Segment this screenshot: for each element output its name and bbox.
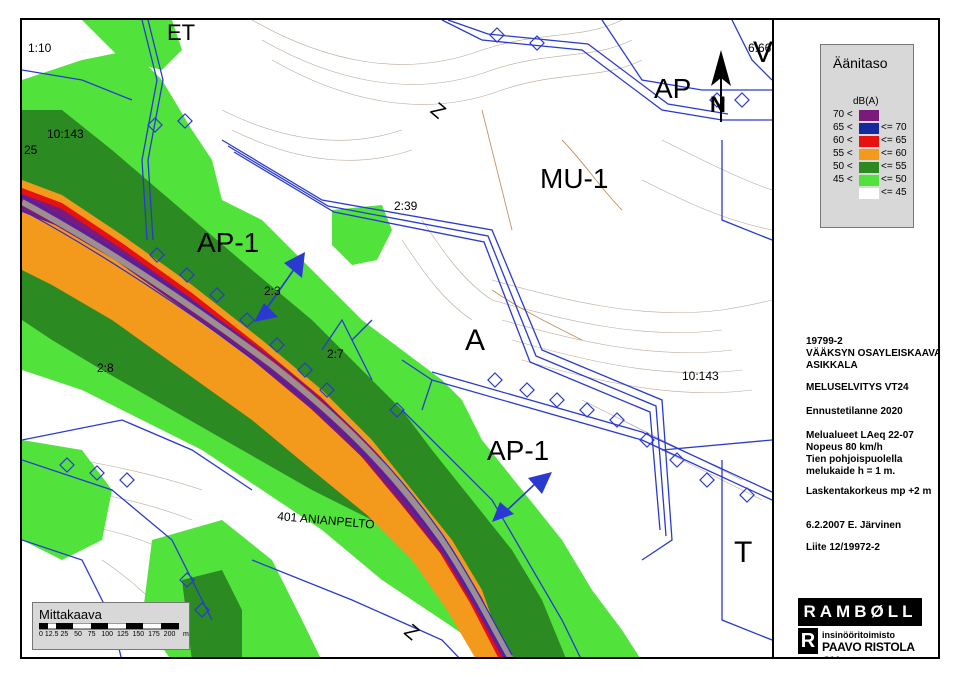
legend-row: 50 < <= 55 bbox=[833, 161, 907, 173]
legend-unit: dB(A) bbox=[853, 96, 879, 107]
date-author: 6.2.2007 E. Järvinen bbox=[806, 520, 902, 531]
appendix: Liite 12/19972-2 bbox=[806, 542, 880, 553]
legend-row: 55 < <= 60 bbox=[833, 148, 907, 160]
scale-ticks: 0 12.5 25 50 75 100 125 150 175 200 bbox=[39, 631, 176, 638]
info-line-4: melukaide h = 1 m. bbox=[806, 466, 896, 477]
scale-box: Mittakaava 0 12.5 25 50 75 100 125 150 1… bbox=[32, 602, 190, 650]
north-letter: N bbox=[710, 92, 726, 117]
info-line-3: Tien pohjoispuolella bbox=[806, 454, 903, 465]
project-name: VÄÄKSYN OSAYLEISKAAVA bbox=[806, 348, 940, 359]
legend-title: Äänitaso bbox=[833, 55, 888, 71]
label-2-8: 2:8 bbox=[97, 361, 114, 375]
project-number: 19799-2 bbox=[806, 336, 843, 347]
label-10-143-b: 10:143 bbox=[682, 369, 719, 383]
label-ap: AP bbox=[654, 73, 691, 104]
logo-sub2: PAAVO RISTOLA OY bbox=[822, 640, 915, 657]
noise-map: AP-1 AP-1 MU-1 AP A T ET V Z Z N 401 ANI… bbox=[22, 20, 772, 657]
logo-name: RAMBØLL bbox=[798, 598, 922, 626]
legend-row: <= 45 bbox=[821, 187, 915, 200]
map-sheet: AP-1 AP-1 MU-1 AP A T ET V Z Z N 401 ANI… bbox=[20, 18, 940, 659]
label-t: T bbox=[734, 536, 752, 569]
label-6-66: 6:66 bbox=[748, 41, 772, 55]
legend: Äänitaso dB(A) 70 < 65 < <= 70 60 < <= 65 … bbox=[820, 44, 914, 228]
legend-row: 45 < <= 50 bbox=[833, 174, 907, 186]
label-2-7: 2:7 bbox=[327, 347, 344, 361]
scenario: Ennustetilanne 2020 bbox=[806, 406, 903, 417]
label-et: ET bbox=[167, 20, 195, 45]
scale-unit: m bbox=[183, 631, 189, 638]
legend-row: 65 < <= 70 bbox=[833, 122, 907, 134]
label-10-143-a: 10:143 bbox=[47, 127, 84, 141]
label-2-39: 2:39 bbox=[394, 199, 418, 213]
ramboll-logo: RAMBØLL R insinööritoimisto PAAVO RISTOL… bbox=[798, 598, 922, 657]
info-line-2: Nopeus 80 km/h bbox=[806, 442, 883, 453]
label-mu1: MU-1 bbox=[540, 163, 608, 194]
label-1-10: 1:10 bbox=[28, 41, 52, 55]
label-25: 25 bbox=[24, 143, 38, 157]
legend-row: 70 < bbox=[821, 109, 915, 122]
scale-title: Mittakaava bbox=[39, 607, 102, 622]
logo-sub1: insinööritoimisto bbox=[822, 630, 895, 640]
calc-height: Laskentakorkeus mp +2 m bbox=[806, 486, 932, 497]
project-location: ASIKKALA bbox=[806, 360, 858, 371]
info-line-1: Melualueet LAeq 22-07 bbox=[806, 430, 914, 441]
label-a: A bbox=[465, 324, 485, 357]
label-ap1-top: AP-1 bbox=[197, 227, 259, 258]
legend-row: 60 < <= 65 bbox=[833, 135, 907, 147]
label-ap1-bottom: AP-1 bbox=[487, 435, 549, 466]
side-panel: Äänitaso dB(A) 70 < 65 < <= 70 60 < <= 65 … bbox=[772, 20, 940, 657]
scale-bar bbox=[39, 623, 179, 630]
label-2-3: 2:3 bbox=[264, 284, 281, 298]
logo-mark: R bbox=[798, 628, 818, 654]
study-title: MELUSELVITYS VT24 bbox=[806, 382, 909, 393]
